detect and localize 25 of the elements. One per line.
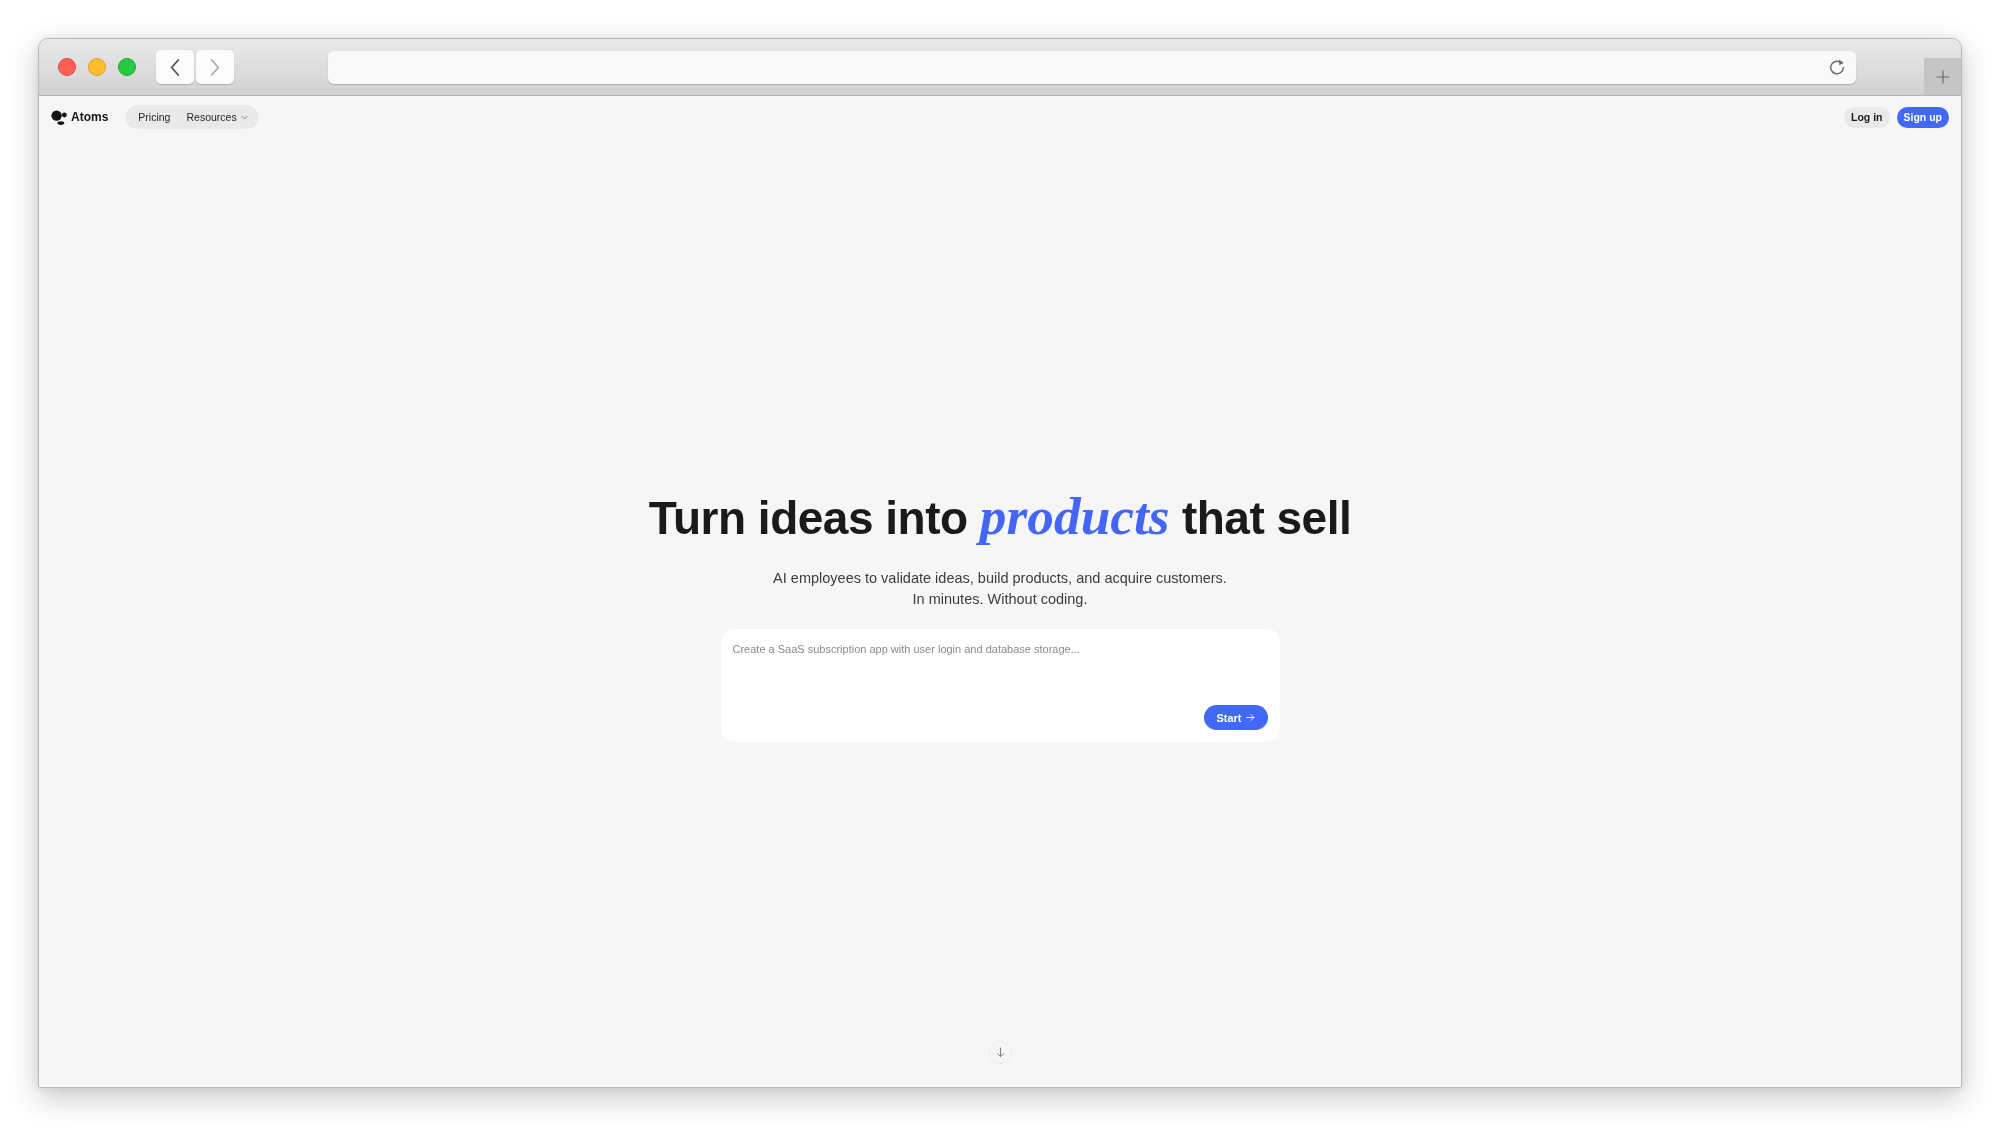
chevron-down-icon bbox=[240, 114, 248, 120]
chevron-left-icon bbox=[170, 58, 180, 76]
nav-link[interactable]: Pricing bbox=[138, 111, 171, 123]
plus-icon bbox=[1934, 68, 1951, 85]
hero-subtitle: AI employees to validate ideas, build products, and acquire customers. In minutes. Without coding. bbox=[773, 569, 1227, 609]
sign-up-button[interactable]: Sign up bbox=[1896, 106, 1949, 128]
back-button[interactable] bbox=[156, 50, 194, 84]
hero-title: Turn ideas into products that sell bbox=[648, 488, 1352, 546]
logo-link[interactable]: Atoms bbox=[51, 109, 109, 125]
arrow-down-icon bbox=[995, 1047, 1005, 1058]
arrow-right-icon bbox=[1245, 713, 1255, 722]
chevron-right-icon bbox=[210, 58, 220, 76]
window-minimize-button[interactable] bbox=[88, 58, 106, 76]
scroll-down-button[interactable] bbox=[988, 1041, 1012, 1064]
resources-menu-button[interactable]: Resources bbox=[186, 111, 248, 123]
prompt-field[interactable]: Create a SaaS subscription app with user login and database storage... Start bbox=[720, 629, 1280, 742]
start-button[interactable]: Start bbox=[1203, 705, 1268, 730]
log-in-button[interactable]: Log in bbox=[1844, 106, 1890, 128]
prompt-input[interactable]: Create a SaaS subscription app with user login and database storage... bbox=[732, 641, 1268, 705]
window-zoom-button[interactable] bbox=[118, 58, 136, 76]
new-tab-button[interactable] bbox=[1924, 58, 1961, 95]
window-close-button[interactable] bbox=[58, 58, 76, 76]
address-bar[interactable] bbox=[328, 50, 1856, 84]
logo-icon bbox=[51, 109, 67, 125]
reload-icon bbox=[1828, 58, 1846, 76]
